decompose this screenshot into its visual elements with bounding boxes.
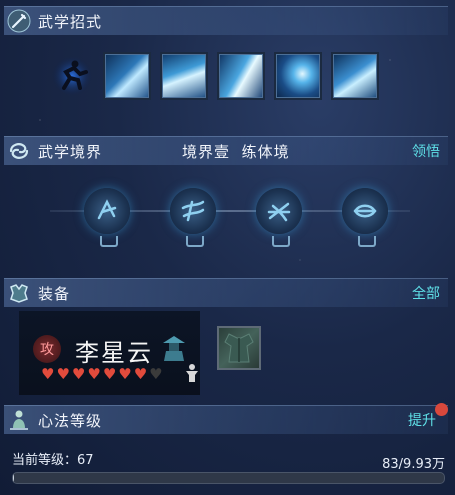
realm-node-2-tab xyxy=(186,236,204,247)
realm-node-4-tab xyxy=(358,236,376,247)
realm-node-2[interactable] xyxy=(170,188,216,234)
health-hearts: ♥ ♥ ♥ ♥ ♥ ♥ ♥ ♥ xyxy=(41,365,163,383)
comprehend-button[interactable]: 领悟 xyxy=(412,141,440,161)
current-level-label: 当前等级：67 xyxy=(12,453,94,468)
heart-icon: ♥ xyxy=(102,365,117,383)
heart-icon: ♥ xyxy=(149,365,163,383)
attack-badge: 攻 xyxy=(33,335,61,363)
realm-node-4[interactable] xyxy=(342,188,388,234)
realm-node-3[interactable] xyxy=(256,188,302,234)
figure-icon xyxy=(185,363,199,387)
equipment-slot-armor[interactable] xyxy=(217,326,261,370)
character-name: 李星云 xyxy=(75,339,153,367)
heart-icon: ♥ xyxy=(133,365,148,383)
level-progress-bar xyxy=(12,472,445,484)
realm-header: 武学境界 境界壹 练体境 领悟 xyxy=(4,136,448,165)
martial-skills-header: 武学招式 xyxy=(4,6,448,35)
sword-icon xyxy=(6,8,32,34)
equipment-header: 装备 全部 xyxy=(4,278,448,307)
realm-node-1-tab xyxy=(100,236,118,247)
realm-title: 武学境界 xyxy=(38,142,103,161)
realm-node-1[interactable] xyxy=(84,188,130,234)
upgrade-button[interactable]: 提升 xyxy=(408,410,436,430)
character-card[interactable]: 攻 李星云 ♥ ♥ ♥ ♥ ♥ ♥ ♥ ♥ xyxy=(19,311,200,395)
skill-slot-3[interactable] xyxy=(217,52,265,100)
heart-icon: ♥ xyxy=(87,365,101,383)
main-martial-stance-icon[interactable] xyxy=(50,54,94,98)
martial-skills-title: 武学招式 xyxy=(38,12,103,31)
view-all-button[interactable]: 全部 xyxy=(412,283,440,303)
heart-method-title: 心法等级 xyxy=(38,411,103,430)
notification-dot xyxy=(435,403,448,416)
skill-slot-2[interactable] xyxy=(160,52,208,100)
level-progress-fill xyxy=(13,473,15,483)
swirl-icon xyxy=(6,138,32,164)
heart-icon: ♥ xyxy=(118,365,132,383)
skill-slot-5[interactable] xyxy=(331,52,379,100)
heart-icon: ♥ xyxy=(56,365,70,383)
armor-icon xyxy=(6,280,32,306)
heart-icon: ♥ xyxy=(71,365,86,383)
skill-list xyxy=(50,52,379,100)
meditation-icon xyxy=(6,407,32,433)
level-progress-text: 83/9.93万 xyxy=(382,457,445,472)
skill-slot-4[interactable] xyxy=(274,52,322,100)
heart-icon: ♥ xyxy=(41,365,55,383)
skill-slot-1[interactable] xyxy=(103,52,151,100)
realm-node-3-tab xyxy=(272,236,290,247)
hat-figure-icon xyxy=(161,333,187,367)
equipment-title: 装备 xyxy=(38,284,71,303)
heart-method-header: 心法等级 提升 xyxy=(4,405,448,434)
realm-current: 境界壹 练体境 xyxy=(182,142,290,161)
